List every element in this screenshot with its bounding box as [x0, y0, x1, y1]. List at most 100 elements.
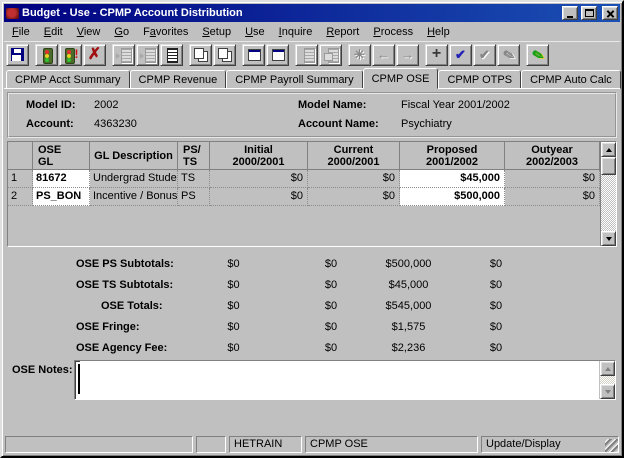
tab-cpmp-auto-calc[interactable]: CPMP Auto Calc: [521, 70, 621, 89]
check-icon: ✔: [455, 46, 466, 62]
tab-cpmp-ose[interactable]: CPMP OSE: [362, 68, 439, 89]
menu-item-view[interactable]: View: [70, 24, 108, 40]
resize-grip[interactable]: [605, 439, 618, 452]
header-current: Current 2000/2001: [308, 142, 400, 170]
header-proposed: Proposed 2001/2002: [400, 142, 505, 170]
save-button[interactable]: [6, 43, 29, 66]
delete-button[interactable]: ✗: [83, 43, 106, 66]
agency-fee-initial: $0: [227, 341, 240, 354]
menu-bar: File Edit View Go Favorites Setup Use Inquire Re…: [4, 22, 620, 41]
subtotal-initial: $0: [227, 257, 240, 270]
menu-item-inquire[interactable]: Inquire: [272, 24, 320, 40]
copy-model-button[interactable]: ↘: [189, 43, 212, 66]
notes-scroll-up-button[interactable]: [600, 361, 615, 376]
window-up-icon: ↖: [270, 47, 286, 63]
notes-scroll-down-button[interactable]: [600, 384, 615, 399]
header-ose-gl: OSE GL: [33, 142, 90, 170]
tab-cpmp-revenue[interactable]: CPMP Revenue: [129, 70, 227, 89]
add-button[interactable]: +: [425, 43, 448, 66]
proposed-cell[interactable]: $500,000: [400, 188, 505, 206]
grid-header-row: OSE GL GL Description PS/TS Initial 2000/2…: [8, 142, 600, 170]
drill-down-button[interactable]: ↘: [242, 43, 265, 66]
menu-item-use[interactable]: Use: [238, 24, 272, 40]
menu-item-process[interactable]: Process: [366, 24, 420, 40]
scroll-down-button[interactable]: [601, 231, 616, 246]
ose-notes-label: OSE Notes:: [12, 364, 73, 376]
notes-scrollbar[interactable]: [599, 361, 615, 399]
current-cell: $0: [308, 170, 400, 188]
subtotals-section: OSE PS Subtotals: $0 $0 $500,000 $0 OSE …: [6, 253, 617, 358]
totals-outyear: $0: [489, 299, 503, 312]
status-mode-panel: Update/Display: [481, 436, 619, 453]
minimize-button[interactable]: [562, 6, 578, 20]
window-title: Budget - Use - CPMP Account Distribution: [22, 7, 243, 19]
app-icon: [6, 7, 19, 19]
report-icon: [299, 47, 315, 63]
grid-vertical-scrollbar[interactable]: [600, 142, 616, 246]
fringe-outyear: $0: [489, 320, 503, 333]
list-button[interactable]: [160, 43, 183, 66]
outyear-cell: $0: [505, 188, 600, 206]
subtotal-initial: $0: [227, 278, 240, 291]
current-cell: $0: [308, 188, 400, 206]
title-bar: Budget - Use - CPMP Account Distribution: [4, 4, 620, 22]
agency-fee-proposed: $2,236: [391, 341, 426, 354]
arrow-down-icon: [605, 236, 612, 244]
arrow-down-icon: [604, 389, 611, 397]
arrow-left-icon: ←: [377, 46, 390, 62]
fringe-row: OSE Fringe: $0 $0 $1,575 $0: [6, 316, 617, 337]
drill-up-button[interactable]: ↖: [266, 43, 289, 66]
back-button: ←: [372, 43, 395, 66]
paste-model-button[interactable]: ↖: [213, 43, 236, 66]
tab-cpmp-payroll-summary[interactable]: CPMP Payroll Summary: [226, 70, 363, 89]
scrollbar-track[interactable]: [601, 175, 616, 231]
toolbar: ! ✗ ↘ ↖ ↘ ↖ ✳ ← → + ✔ ✔ ✎ ✎: [4, 41, 620, 68]
ose-grid: OSE GL GL Description PS/TS Initial 2000/2…: [7, 141, 617, 247]
run-alert-button[interactable]: !: [59, 43, 82, 66]
menu-item-help[interactable]: Help: [420, 24, 457, 40]
app-window: Budget - Use - CPMP Account Distribution…: [0, 0, 624, 458]
close-icon: [606, 9, 615, 18]
account-name-value: Psychiatry: [401, 118, 452, 130]
header-rownum: [8, 142, 33, 170]
pencil-icon: ✎: [500, 45, 517, 64]
empty-area: [4, 402, 620, 434]
ose-gl-cell[interactable]: 81672: [33, 170, 90, 188]
list-icon: [164, 47, 180, 63]
menu-item-edit[interactable]: Edit: [37, 24, 70, 40]
copy-pages-up-icon: ↖: [217, 47, 233, 63]
menu-item-setup[interactable]: Setup: [195, 24, 238, 40]
ps-ts-cell: PS: [178, 188, 210, 206]
grid-empty-area: [8, 206, 600, 246]
append-row-button: [136, 43, 159, 66]
totals-initial: $0: [227, 299, 240, 312]
maximize-button[interactable]: [581, 6, 597, 20]
agency-fee-outyear: $0: [489, 341, 503, 354]
plus-icon: +: [431, 44, 442, 62]
notes-section: OSE Notes:: [6, 360, 616, 402]
report-window-icon: [323, 47, 339, 63]
report-button: [295, 43, 318, 66]
tab-cpmp-otps[interactable]: CPMP OTPS: [438, 70, 522, 89]
notes-pen-button[interactable]: ✎: [526, 43, 549, 66]
close-button[interactable]: [602, 6, 618, 20]
outyear-cell: $0: [505, 170, 600, 188]
menu-item-go[interactable]: Go: [107, 24, 136, 40]
approve-button[interactable]: ✔: [449, 43, 472, 66]
scroll-up-button[interactable]: [601, 142, 616, 157]
forward-button: →: [396, 43, 419, 66]
tab-cpmp-acct-summary[interactable]: CPMP Acct Summary: [6, 70, 130, 89]
ose-notes-input[interactable]: [80, 361, 599, 399]
ose-gl-cell[interactable]: PS_BON: [33, 188, 90, 206]
scrollbar-thumb[interactable]: [601, 157, 616, 175]
account-name-label: Account Name:: [298, 118, 379, 130]
gl-description-cell: Incentive / Bonus: [90, 188, 178, 206]
menu-item-favorites[interactable]: Favorites: [136, 24, 195, 40]
menu-item-report[interactable]: Report: [319, 24, 366, 40]
menu-item-file[interactable]: File: [5, 24, 37, 40]
run-button[interactable]: [35, 43, 58, 66]
initial-cell: $0: [210, 188, 308, 206]
gl-description-cell: Undergrad Stude: [90, 170, 178, 188]
proposed-cell[interactable]: $45,000: [400, 170, 505, 188]
initial-cell: $0: [210, 170, 308, 188]
